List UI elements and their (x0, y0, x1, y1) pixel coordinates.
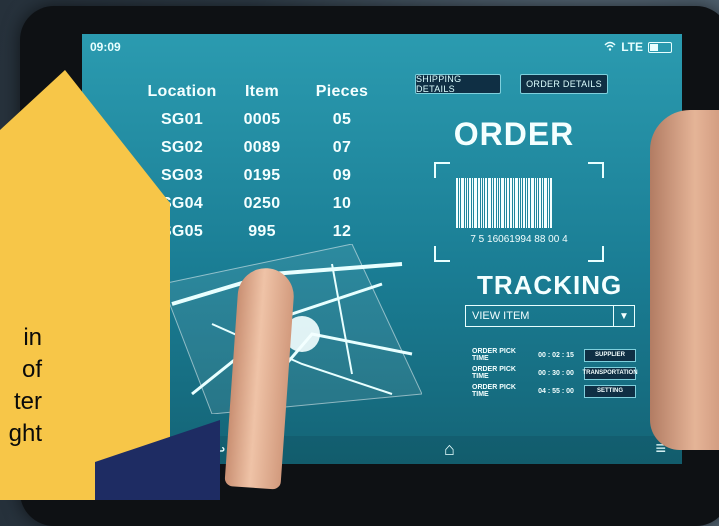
overlay-text-line: ter (13, 388, 42, 415)
table-cell: SG02 (160, 139, 204, 156)
column-header: Item (244, 83, 280, 100)
battery-icon (648, 41, 672, 53)
wifi-icon (604, 40, 616, 54)
barcode-image (456, 178, 582, 228)
barcode-bar (542, 178, 543, 228)
dropdown-arrow-icon[interactable]: ▼ (613, 306, 634, 326)
status-bar: 09:09 LTE (90, 40, 672, 56)
barcode-bar (548, 178, 549, 228)
table-header-row: Location Item Pieces (142, 78, 382, 106)
supplier-button[interactable]: SUPPLIER (584, 348, 636, 362)
overlay-text-line: ght (8, 420, 42, 447)
barcode-frame: 7 5 16061994 88 00 4 (434, 162, 604, 262)
pick-time-value: 00 : 02 : 15 (538, 351, 574, 359)
column-header: Location (147, 83, 217, 100)
barcode-bar (521, 178, 522, 228)
barcode-bar (465, 178, 466, 228)
barcode-bar (456, 178, 458, 228)
pick-time-value: 04 : 55 : 00 (538, 387, 574, 395)
barcode-bar (515, 178, 518, 228)
order-details-button[interactable]: ORDER DETAILS (520, 74, 608, 94)
barcode-bar (474, 178, 477, 228)
overlay-text-line: of (21, 356, 42, 383)
barcode-bar (526, 178, 527, 228)
barcode-bar (499, 178, 500, 228)
table-row: SG04 0250 10 (142, 190, 382, 218)
barcode-bar (494, 178, 496, 228)
barcode-bar (550, 178, 552, 228)
barcode-bar (531, 178, 534, 228)
barcode-bar (483, 178, 484, 228)
table-cell: 0195 (243, 167, 281, 184)
table-cell: 10 (332, 195, 352, 212)
barcode-bar (507, 178, 509, 228)
pick-time-label: ORDER PICK TIME (472, 348, 516, 362)
pick-time-label: ORDER PICK TIME (472, 366, 516, 380)
order-title: ORDER (453, 116, 575, 152)
barcode-bar (513, 178, 514, 228)
table-cell: 05 (332, 111, 352, 128)
table-cell: 0250 (243, 195, 281, 212)
select-value: VIEW ITEM (472, 310, 530, 322)
barcode-bar (510, 178, 512, 228)
transportation-button[interactable]: TRANSPORTATION (582, 366, 638, 380)
barcode-bar (485, 178, 487, 228)
barcode-bar (519, 178, 520, 228)
home-icon[interactable]: ⌂ (444, 439, 455, 460)
shipping-details-button[interactable]: SHIPPING DETAILS (415, 74, 501, 94)
setting-button[interactable]: SETTING (584, 384, 636, 398)
barcode-bar (537, 178, 538, 228)
barcode-bar (492, 178, 493, 228)
pick-time-list: ORDER PICK TIME 00 : 02 : 15 SUPPLIER OR… (472, 346, 638, 400)
barcode-bar (478, 178, 480, 228)
table-cell: 12 (332, 223, 352, 240)
tablet-screen: 09:09 LTE Location Item Pieces SG01 0005… (82, 34, 682, 464)
column-header: Pieces (315, 83, 369, 100)
barcode-bar (523, 178, 525, 228)
tracking-title: TRACKING (477, 270, 623, 300)
table-cell: SG03 (160, 167, 204, 184)
barcode-bar (459, 178, 460, 228)
table-cell: SG01 (160, 111, 204, 128)
table-row: SG01 0005 05 (142, 106, 382, 134)
table-cell: 0005 (243, 111, 281, 128)
status-time: 09:09 (90, 40, 121, 54)
inventory-table: Location Item Pieces SG01 0005 05 SG02 0… (142, 78, 382, 246)
table-cell: 995 (248, 223, 276, 240)
barcode-bar (544, 178, 547, 228)
barcode-bar (469, 178, 471, 228)
barcode-bar (461, 178, 464, 228)
network-label: LTE (621, 40, 643, 54)
pick-time-label: ORDER PICK TIME (472, 384, 516, 398)
barcode-bar (501, 178, 504, 228)
barcode-number: 7 5 16061994 88 00 4 (470, 234, 568, 245)
table-row: SG02 0089 07 (142, 134, 382, 162)
barcode-bar (467, 178, 468, 228)
overlay-text: in of ter ght (0, 322, 42, 450)
barcode-bar (488, 178, 491, 228)
barcode-bar (497, 178, 498, 228)
holding-hand (650, 110, 719, 450)
table-cell: 07 (332, 139, 352, 156)
list-item: ORDER PICK TIME 00 : 30 : 00 TRANSPORTAT… (472, 364, 638, 382)
barcode-bar (528, 178, 530, 228)
table-row: SG03 0195 09 (142, 162, 382, 190)
barcode-bar (472, 178, 473, 228)
view-item-select[interactable]: VIEW ITEM ▼ (465, 305, 635, 327)
list-item: ORDER PICK TIME 00 : 02 : 15 SUPPLIER (472, 346, 636, 364)
barcode-bar (481, 178, 482, 228)
table-row: SG05 995 12 (142, 218, 382, 246)
overlay-text-line: in (23, 324, 42, 351)
barcode-bar (505, 178, 506, 228)
barcode-bar (535, 178, 536, 228)
table-cell: 0089 (243, 139, 281, 156)
list-item: ORDER PICK TIME 04 : 55 : 00 SETTING (472, 382, 636, 400)
barcode-bar (539, 178, 541, 228)
table-cell: 09 (332, 167, 352, 184)
pick-time-value: 00 : 30 : 00 (538, 369, 574, 377)
